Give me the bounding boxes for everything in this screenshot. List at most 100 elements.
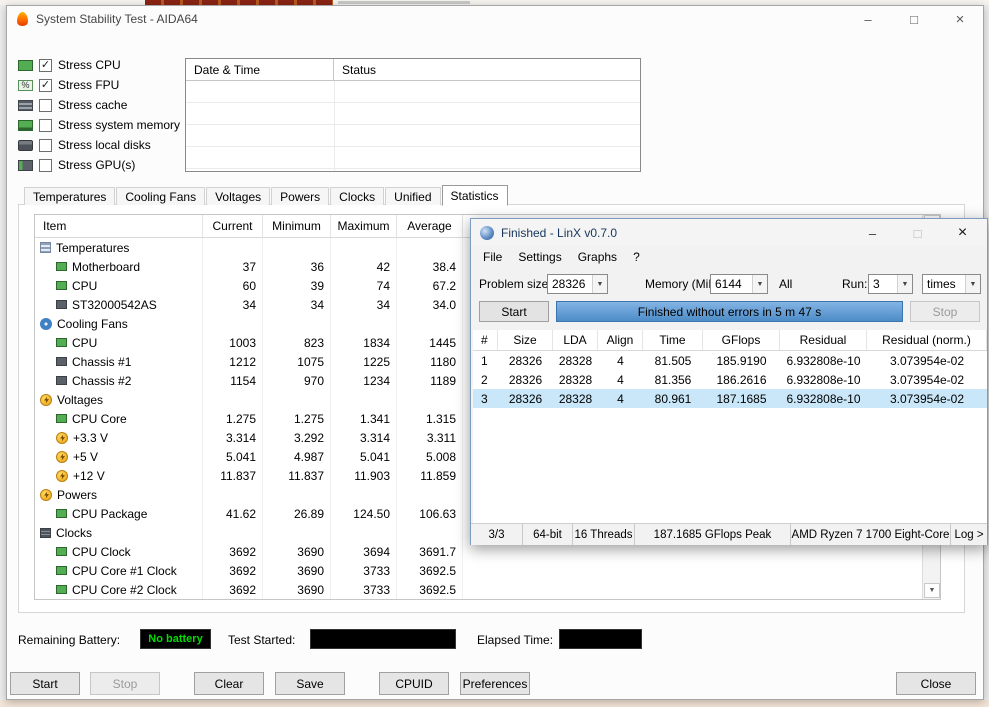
col-date-time[interactable]: Date & Time — [186, 59, 334, 80]
col-current[interactable]: Current — [203, 215, 263, 237]
col-residual-norm[interactable]: Residual (norm.) — [867, 330, 987, 350]
cell: 28328 — [558, 391, 593, 406]
problem-size-select[interactable]: 28326 ▼ — [547, 274, 608, 294]
tab-temperatures[interactable]: Temperatures — [24, 187, 116, 205]
linx-results-table[interactable]: # Size LDA Align Time GFlops Residual Re… — [473, 330, 987, 523]
stats-row[interactable]: CPU Core #2 Clock 3692 3690 3733 3692.5 — [35, 580, 940, 599]
test-started-label: Test Started: — [228, 633, 296, 647]
background-app-bottom-strip — [0, 700, 989, 707]
chevron-down-icon: ▼ — [752, 275, 767, 293]
start-button[interactable]: Start — [10, 672, 80, 695]
stress-disks-checkbox[interactable] — [39, 138, 52, 152]
cell — [331, 390, 397, 409]
event-log-header: Date & Time Status — [186, 59, 640, 81]
menu-settings[interactable]: Settings — [510, 247, 569, 267]
cpu-chip-icon — [18, 59, 33, 71]
save-button[interactable]: Save — [275, 672, 345, 695]
cell: 80.961 — [654, 391, 692, 406]
voltage-group-icon — [40, 393, 52, 406]
close-button[interactable]: × — [937, 6, 983, 32]
col-align[interactable]: Align — [598, 330, 643, 350]
chip-icon — [56, 338, 67, 347]
row-label: CPU Core #2 Clock — [72, 582, 177, 597]
stress-memory-label: Stress system memory — [58, 118, 181, 132]
col-index[interactable]: # — [473, 330, 498, 350]
cell: 1.275 — [203, 409, 263, 428]
linx-close-button[interactable]: × — [940, 219, 985, 247]
tab-powers[interactable]: Powers — [271, 187, 330, 205]
cpuid-button[interactable]: CPUID — [379, 672, 449, 695]
event-log-row — [186, 147, 640, 169]
clear-button[interactable]: Clear — [194, 672, 264, 695]
col-maximum[interactable]: Maximum — [331, 215, 397, 237]
col-item[interactable]: Item — [35, 215, 203, 237]
tab-statistics[interactable]: Statistics — [441, 185, 508, 206]
linx-minimize-button[interactable]: – — [850, 219, 895, 247]
cell: 1445 — [397, 333, 463, 352]
event-log-list[interactable]: Date & Time Status — [185, 58, 641, 172]
result-row-selected[interactable]: 3 28326 28328 4 80.961 187.1685 6.932808… — [473, 389, 987, 408]
result-row[interactable]: 2 28326 28328 4 81.356 186.2616 6.932808… — [473, 370, 987, 389]
minimize-button[interactable]: – — [845, 6, 891, 32]
cell — [263, 238, 331, 257]
col-minimum[interactable]: Minimum — [263, 215, 331, 237]
stress-memory-checkbox[interactable] — [39, 118, 52, 132]
preferences-button[interactable]: Preferences — [460, 672, 530, 695]
stress-gpu-option: Stress GPU(s) — [18, 155, 180, 175]
run-count-select[interactable]: 3 ▼ — [868, 274, 913, 294]
result-row[interactable]: 1 28326 28328 4 81.505 185.9190 6.932808… — [473, 351, 987, 370]
menu-file[interactable]: File — [475, 247, 510, 267]
cell: 3692 — [203, 561, 263, 580]
row-label: CPU Package — [72, 506, 148, 521]
cell: 1003 — [203, 333, 263, 352]
run-unit-select[interactable]: times ▼ — [922, 274, 981, 294]
linx-start-button[interactable]: Start — [479, 301, 549, 322]
linx-maximize-button[interactable]: □ — [895, 219, 940, 247]
clock-group-icon — [40, 527, 51, 538]
cell: 1.315 — [397, 409, 463, 428]
col-residual[interactable]: Residual — [780, 330, 867, 350]
chassis-icon — [56, 357, 67, 366]
cell: 3 — [481, 391, 488, 406]
tab-voltages[interactable]: Voltages — [206, 187, 271, 205]
stop-button[interactable]: Stop — [90, 672, 160, 695]
menu-graphs[interactable]: Graphs — [570, 247, 625, 267]
scroll-down-button[interactable]: ▼ — [924, 583, 940, 598]
stress-cache-label: Stress cache — [58, 98, 128, 112]
cell — [331, 238, 397, 257]
col-lda[interactable]: LDA — [553, 330, 598, 350]
stats-row[interactable]: CPU Core #1 Clock 3692 3690 3733 3692.5 — [35, 561, 940, 580]
col-size[interactable]: Size — [498, 330, 553, 350]
cell: 3733 — [331, 580, 397, 599]
col-time[interactable]: Time — [643, 330, 703, 350]
menu-help[interactable]: ? — [625, 247, 648, 267]
col-status[interactable]: Status — [334, 59, 640, 80]
tab-cooling-fans[interactable]: Cooling Fans — [116, 187, 206, 205]
cell: 37 — [203, 257, 263, 276]
tab-clocks[interactable]: Clocks — [330, 187, 385, 205]
maximize-button[interactable]: □ — [891, 6, 937, 32]
stress-cpu-checkbox[interactable]: ✓ — [39, 58, 52, 72]
cell — [331, 314, 397, 333]
log-button[interactable]: Log > — [951, 524, 987, 545]
cell: 74 — [331, 276, 397, 295]
linx-titlebar[interactable]: Finished - LinX v0.7.0 – □ × — [471, 219, 987, 247]
column-divider — [334, 81, 335, 171]
stress-gpu-checkbox[interactable] — [39, 158, 52, 172]
linx-stop-button[interactable]: Stop — [910, 301, 980, 322]
stress-fpu-label: Stress FPU — [58, 78, 120, 92]
aida64-titlebar[interactable]: System Stability Test - AIDA64 – □ × — [7, 6, 983, 32]
memory-select[interactable]: 6144 ▼ — [710, 274, 768, 294]
cell: 6.932808e-10 — [786, 391, 861, 406]
cell: 67.2 — [397, 276, 463, 295]
close-dialog-button[interactable]: Close — [896, 672, 976, 695]
run-unit-value: times — [927, 277, 956, 291]
tab-unified[interactable]: Unified — [385, 187, 441, 205]
cell: 4.987 — [263, 447, 331, 466]
stress-fpu-checkbox[interactable]: ✓ — [39, 78, 52, 92]
col-gflops[interactable]: GFlops — [703, 330, 780, 350]
linx-progress-bar: Finished without errors in 5 m 47 s — [556, 301, 903, 322]
stress-memory-option: Stress system memory — [18, 115, 180, 135]
col-average[interactable]: Average — [397, 215, 463, 237]
stress-cache-checkbox[interactable] — [39, 98, 52, 112]
